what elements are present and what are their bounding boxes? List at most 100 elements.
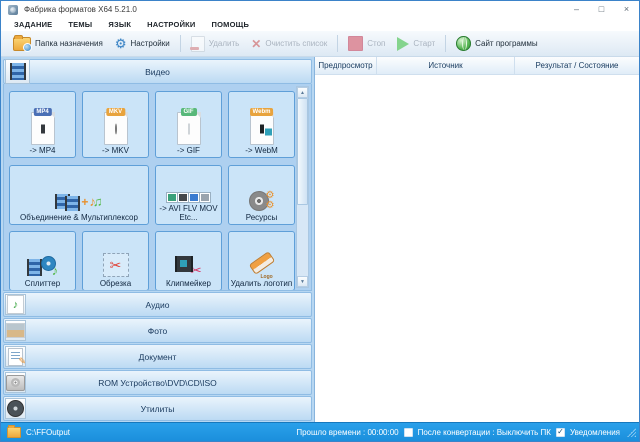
format-sidebar: Видео MP4 -> MP4 MKV — [1, 57, 314, 422]
window-controls: – □ × — [564, 1, 639, 18]
main-area: Видео MP4 -> MP4 MKV — [1, 57, 639, 422]
format-button-avi-flv-mov[interactable]: -> AVI FLV MOV Etc... — [155, 165, 222, 225]
stop-button[interactable]: Стоп — [342, 34, 391, 53]
splitter-label: Сплиттер — [24, 279, 61, 288]
close-button[interactable]: × — [614, 1, 639, 18]
toolbar-separator — [180, 35, 181, 52]
resources-label: Ресурсы — [245, 213, 279, 222]
destination-folder-label: Папка назначения — [35, 39, 103, 48]
format-button-mkv[interactable]: MKV -> MKV — [82, 91, 149, 158]
clear-list-label: Очистить список — [265, 39, 327, 48]
section-audio[interactable]: ♪ Аудио — [3, 292, 312, 317]
format-button-splitter[interactable]: ♪ Сплиттер — [9, 231, 76, 291]
video-scrollbar[interactable]: ▲ ▼ — [296, 86, 309, 288]
shutdown-checkbox[interactable] — [404, 428, 413, 437]
section-utilities[interactable]: Утилиты — [3, 396, 312, 421]
column-result-state[interactable]: Результат / Состояние — [515, 57, 639, 74]
start-button[interactable]: Старт — [391, 35, 441, 53]
window-title: Фабрика форматов X64 5.21.0 — [24, 5, 137, 14]
resources-icon: ⚙ ⚙ — [249, 191, 275, 211]
multi-format-icon — [167, 193, 210, 202]
video-section-icon — [5, 59, 30, 84]
photo-section-label: Фото — [28, 326, 287, 336]
settings-button[interactable]: ⚙ Настройки — [109, 35, 176, 52]
delete-icon — [191, 36, 205, 52]
format-button-mux[interactable]: + ♪ ♫ Объединение & Мультиплексор — [9, 165, 149, 225]
remove-logo-icon: Logo — [247, 251, 277, 279]
format-button-resources[interactable]: ⚙ ⚙ Ресурсы — [228, 165, 295, 225]
output-path[interactable]: C:\FFOutput — [26, 428, 70, 437]
stop-icon — [348, 36, 363, 51]
notifications-checkbox[interactable]: ✓ — [556, 428, 565, 437]
menu-themes[interactable]: ТЕМЫ — [60, 20, 100, 29]
settings-label: Настройки — [131, 39, 170, 48]
crop-icon: ✂ — [103, 253, 129, 277]
video-format-grid: MP4 -> MP4 MKV -> MKV GI — [3, 84, 312, 291]
utilities-section-label: Утилиты — [28, 404, 287, 414]
format-button-webm[interactable]: Webm -> WebM — [228, 91, 295, 158]
section-video[interactable]: Видео — [3, 59, 312, 84]
mp4-file-icon: MP4 — [28, 108, 58, 145]
scroll-up-icon[interactable]: ▲ — [297, 87, 308, 98]
resize-grip[interactable] — [627, 428, 636, 437]
audio-section-label: Аудио — [28, 300, 287, 310]
crop-label: Обрезка — [99, 279, 132, 288]
task-list-body[interactable] — [315, 75, 639, 422]
section-document[interactable]: Документ — [3, 344, 312, 369]
mkv-file-icon: MKV — [101, 108, 131, 145]
status-right-group: Прошло времени : 00:00:00 После конверта… — [296, 428, 636, 437]
website-label: Сайт программы — [475, 39, 537, 48]
toolbar-separator — [445, 35, 446, 52]
avi-flv-mov-label: -> AVI FLV MOV Etc... — [156, 204, 221, 222]
scrollbar-thumb[interactable] — [297, 98, 308, 205]
elapsed-time-label: Прошло времени : 00:00:00 — [296, 428, 398, 437]
webm-file-icon: Webm — [247, 108, 277, 145]
rom-section-icon — [5, 372, 26, 393]
menu-task[interactable]: ЗАДАНИЕ — [6, 20, 60, 29]
toolbar-separator — [337, 35, 338, 52]
utilities-section-icon — [5, 398, 26, 419]
menu-bar: ЗАДАНИЕ ТЕМЫ ЯЗЫК НАСТРОЙКИ ПОМОЩЬ — [1, 18, 639, 31]
section-rom-device[interactable]: ROM Устройство\DVD\CD\ISO — [3, 370, 312, 395]
format-button-remove-logo[interactable]: Logo Удалить логотип — [228, 231, 295, 291]
mux-icon: + ♪ ♫ — [55, 192, 102, 211]
start-label: Старт — [413, 39, 435, 48]
column-preview[interactable]: Предпросмотр — [315, 57, 377, 74]
format-button-mp4[interactable]: MP4 -> MP4 — [9, 91, 76, 158]
audio-section-icon: ♪ — [5, 294, 26, 315]
webm-label: -> WebM — [244, 146, 279, 155]
output-folder-icon — [7, 427, 21, 438]
clear-list-button[interactable]: ✕ Очистить список — [245, 36, 333, 52]
format-button-clipmaker[interactable]: ✂ Клипмейкер — [155, 231, 222, 291]
task-list-header: Предпросмотр Источник Результат / Состоя… — [315, 57, 639, 75]
delete-label: Удалить — [209, 39, 240, 48]
shutdown-label: После конвертации : Выключить ПК — [418, 428, 551, 437]
scroll-down-icon[interactable]: ▼ — [297, 276, 308, 287]
document-section-icon — [5, 346, 26, 367]
menu-help[interactable]: ПОМОЩЬ — [204, 20, 258, 29]
clipmaker-icon: ✂ — [175, 257, 202, 277]
mp4-label: -> MP4 — [28, 146, 56, 155]
gif-label: -> GIF — [176, 146, 201, 155]
column-source[interactable]: Источник — [377, 57, 515, 74]
format-button-crop[interactable]: ✂ Обрезка — [82, 231, 149, 291]
title-bar: Фабрика форматов X64 5.21.0 – □ × — [1, 1, 639, 18]
menu-settings[interactable]: НАСТРОЙКИ — [139, 20, 203, 29]
folder-icon — [13, 37, 31, 51]
maximize-button[interactable]: □ — [589, 1, 614, 18]
document-section-label: Документ — [28, 352, 287, 362]
mux-label: Объединение & Мультиплексор — [19, 213, 139, 222]
destination-folder-button[interactable]: Папка назначения — [7, 35, 109, 53]
gif-file-icon: GIF — [174, 108, 204, 145]
app-window: Фабрика форматов X64 5.21.0 – □ × ЗАДАНИ… — [0, 0, 640, 442]
start-icon — [397, 37, 409, 51]
format-button-gif[interactable]: GIF -> GIF — [155, 91, 222, 158]
scrollbar-track[interactable] — [297, 98, 308, 276]
delete-button[interactable]: Удалить — [185, 34, 246, 54]
minimize-button[interactable]: – — [564, 1, 589, 18]
section-photo[interactable]: Фото — [3, 318, 312, 343]
menu-language[interactable]: ЯЗЫК — [100, 20, 139, 29]
website-button[interactable]: Сайт программы — [450, 34, 543, 53]
globe-icon — [456, 36, 471, 51]
status-bar: C:\FFOutput Прошло времени : 00:00:00 По… — [1, 422, 639, 441]
